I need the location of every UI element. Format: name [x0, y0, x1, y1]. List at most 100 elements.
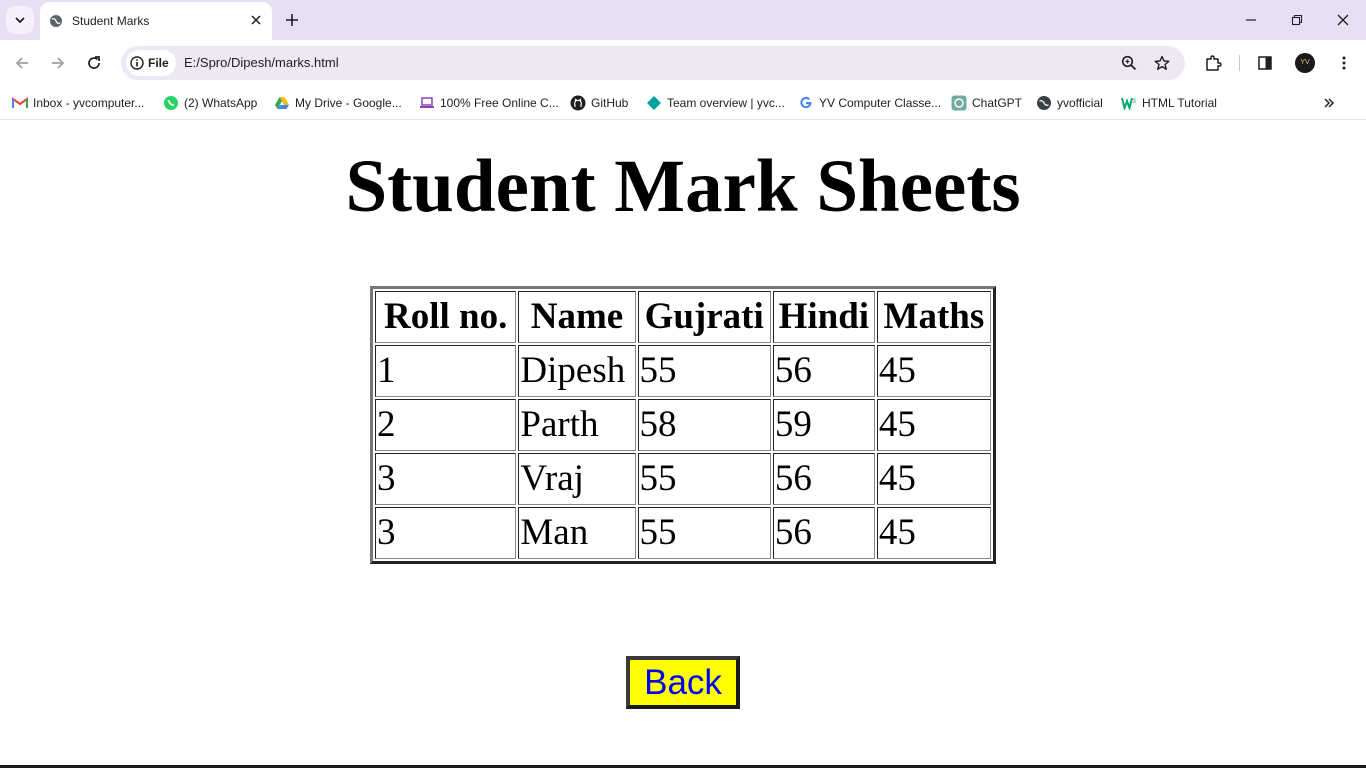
table-row: 1 Dipesh 55 56 45: [375, 345, 991, 397]
close-window-button[interactable]: [1333, 10, 1353, 30]
bookmark-yvofficial[interactable]: yvofficial: [1036, 93, 1103, 113]
address-bar[interactable]: File E:/Spro/Dipesh/marks.html: [121, 46, 1185, 80]
cell-gujrati: 55: [637, 507, 771, 559]
table-row: 3 Vraj 55 56 45: [375, 453, 991, 505]
puzzle-icon: [1206, 55, 1222, 71]
diamond-icon: [646, 95, 662, 111]
bookmark-label: HTML Tutorial: [1142, 96, 1217, 110]
forward-nav-button[interactable]: [47, 52, 69, 74]
column-header-hindi: Hindi: [772, 291, 875, 343]
cell-maths: 45: [876, 399, 991, 451]
cell-name: Parth: [518, 399, 636, 451]
cell-name: Man: [518, 507, 636, 559]
double-chevron-right-icon: [1324, 98, 1335, 108]
bookmark-star-button[interactable]: [1153, 54, 1171, 72]
bookmark-label: ChatGPT: [972, 96, 1023, 110]
arrow-right-icon: [52, 57, 65, 69]
toolbar-divider: [1239, 55, 1240, 71]
tab-title: Student Marks: [72, 14, 150, 28]
laptop-icon: [419, 95, 435, 111]
cell-gujrati: 55: [637, 453, 771, 505]
zoom-icon: [1121, 55, 1137, 71]
bookmark-label: Team overview | yvc...: [667, 96, 785, 110]
minimize-icon: [1246, 19, 1256, 21]
tab-search-button[interactable]: [6, 6, 34, 34]
site-info-label: File: [148, 56, 169, 70]
cell-roll-no: 1: [375, 345, 517, 397]
table-row: 3 Man 55 56 45: [375, 507, 991, 559]
chevron-down-icon: [15, 17, 25, 24]
bookmark-label: yvofficial: [1057, 96, 1103, 110]
tab-student-marks[interactable]: Student Marks: [40, 2, 272, 40]
column-header-gujrati: Gujrati: [637, 291, 771, 343]
svg-text:3: 3: [1133, 99, 1137, 105]
new-tab-button[interactable]: [282, 10, 302, 30]
reload-button[interactable]: [83, 52, 105, 74]
cell-maths: 45: [876, 345, 991, 397]
tab-strip: Student Marks: [0, 0, 1366, 40]
profile-avatar[interactable]: YV: [1295, 53, 1315, 73]
info-icon: [130, 56, 144, 70]
google-icon: [798, 95, 814, 111]
column-header-roll-no: Roll no.: [375, 291, 517, 343]
bookmark-label: YV Computer Classe...: [819, 96, 942, 110]
bookmark-free-online[interactable]: 100% Free Online C...: [419, 93, 559, 113]
bookmark-github[interactable]: GitHub: [570, 93, 628, 113]
bookmark-label: 100% Free Online C...: [440, 96, 559, 110]
bookmark-inbox[interactable]: Inbox - yvcomputer...: [12, 93, 144, 113]
google-drive-icon: [274, 95, 290, 111]
bookmark-chatgpt[interactable]: ChatGPT: [951, 93, 1022, 113]
restore-icon: [1291, 14, 1303, 26]
cell-gujrati: 55: [637, 345, 771, 397]
cell-maths: 45: [876, 453, 991, 505]
cell-maths: 45: [876, 507, 991, 559]
url-text[interactable]: E:/Spro/Dipesh/marks.html: [184, 55, 339, 70]
cell-hindi: 56: [772, 453, 875, 505]
w3schools-icon: 3: [1121, 95, 1137, 111]
bookmark-team-overview[interactable]: Team overview | yvc...: [646, 93, 785, 113]
cell-name: Dipesh: [518, 345, 636, 397]
side-panel-button[interactable]: [1254, 52, 1276, 74]
column-header-maths: Maths: [876, 291, 991, 343]
cell-hindi: 56: [772, 507, 875, 559]
restore-button[interactable]: [1287, 10, 1307, 30]
bookmark-label: Inbox - yvcomputer...: [33, 96, 145, 110]
plus-icon: [286, 14, 298, 26]
cell-roll-no: 3: [375, 453, 517, 505]
marks-table: Roll no. Name Gujrati Hindi Maths 1 Dipe…: [370, 286, 996, 564]
extensions-button[interactable]: [1202, 52, 1224, 74]
globe-icon: [50, 15, 62, 27]
more-vertical-icon: [1342, 56, 1346, 70]
cell-roll-no: 3: [375, 507, 517, 559]
bookmarks-overflow-button[interactable]: [1320, 94, 1338, 112]
bookmark-label: (2) WhatsApp: [184, 96, 258, 110]
site-info-chip[interactable]: File: [126, 50, 176, 76]
browser-toolbar: File E:/Spro/Dipesh/marks.html YV: [0, 40, 1366, 86]
arrow-left-icon: [15, 57, 28, 69]
github-icon: [570, 95, 586, 111]
chatgpt-icon: [951, 95, 967, 111]
zoom-button[interactable]: [1120, 54, 1138, 72]
column-header-name: Name: [518, 291, 636, 343]
bookmarks-bar: Inbox - yvcomputer... (2) WhatsApp My Dr…: [0, 86, 1366, 120]
close-icon: [251, 15, 261, 25]
cell-gujrati: 58: [637, 399, 771, 451]
bookmark-html-tutorial[interactable]: 3 HTML Tutorial: [1121, 93, 1217, 113]
browser-menu-button[interactable]: [1333, 52, 1355, 74]
whatsapp-icon: [163, 95, 179, 111]
back-button[interactable]: Back: [626, 656, 740, 709]
page-title: Student Mark Sheets: [345, 145, 1021, 228]
tab-close-button[interactable]: [248, 12, 264, 28]
bookmark-whatsapp[interactable]: (2) WhatsApp: [163, 93, 257, 113]
table-header-row: Roll no. Name Gujrati Hindi Maths: [375, 291, 991, 343]
cell-roll-no: 2: [375, 399, 517, 451]
table-row: 2 Parth 58 59 45: [375, 399, 991, 451]
minimize-button[interactable]: [1241, 10, 1261, 30]
close-icon: [1337, 14, 1349, 26]
bookmark-yv-computer[interactable]: YV Computer Classe...: [798, 93, 941, 113]
cell-name: Vraj: [518, 453, 636, 505]
bookmark-google-drive[interactable]: My Drive - Google...: [274, 93, 402, 113]
gmail-icon: [12, 95, 28, 111]
cell-hindi: 59: [772, 399, 875, 451]
back-nav-button[interactable]: [11, 52, 33, 74]
